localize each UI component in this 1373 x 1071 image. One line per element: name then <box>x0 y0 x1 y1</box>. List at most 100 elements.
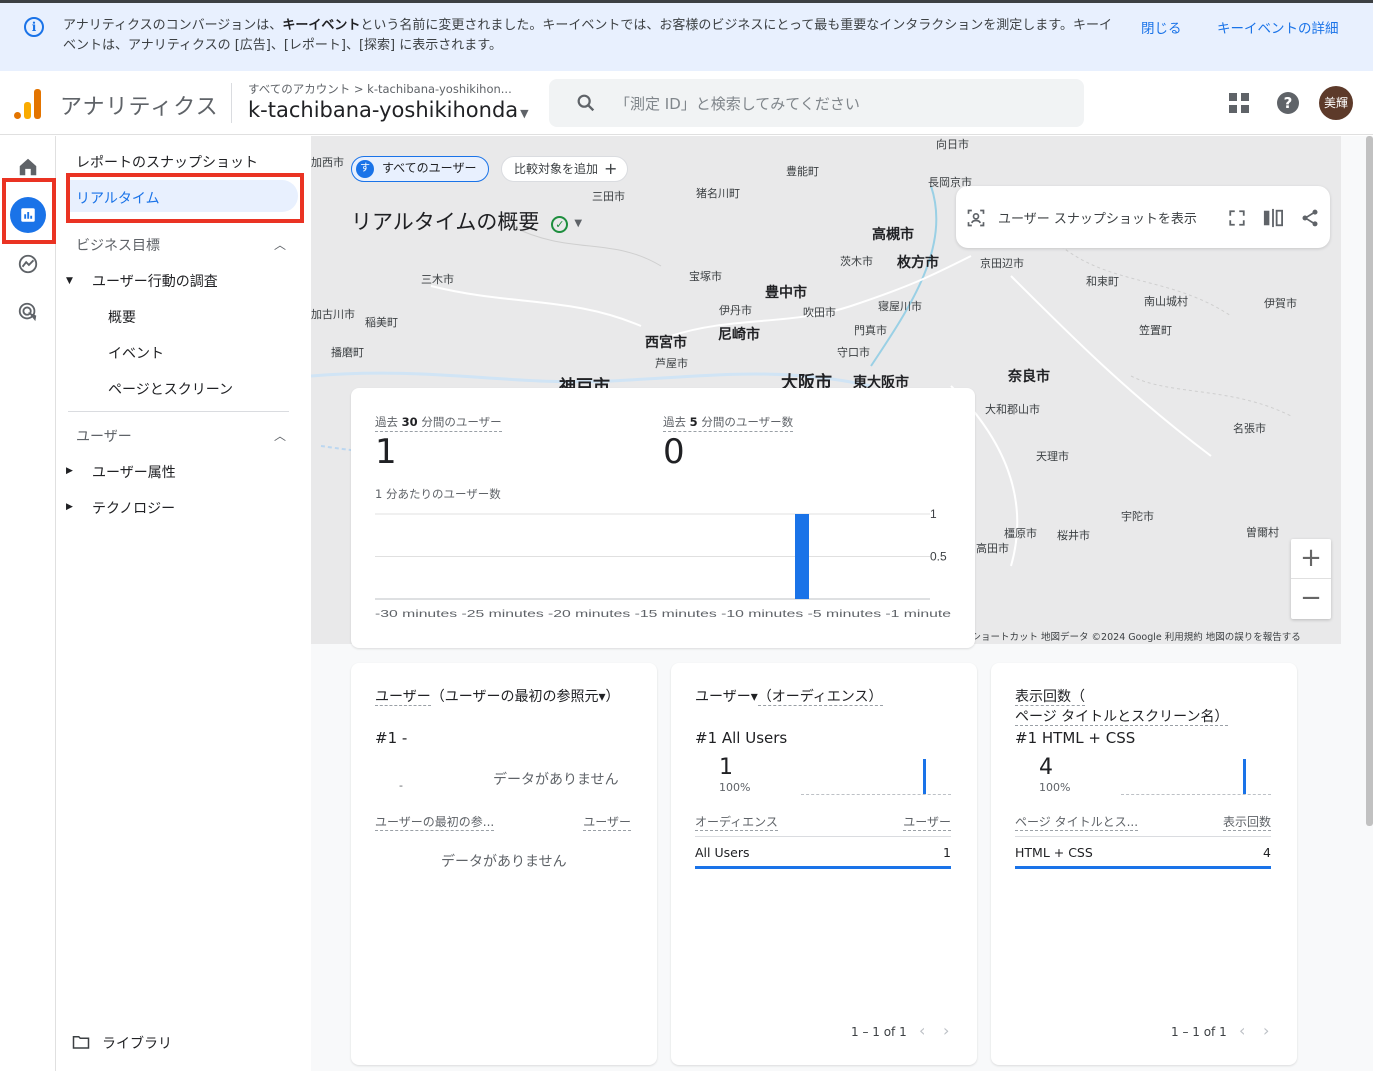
map-city-label: 京田辺市 <box>980 257 1024 270</box>
nav-item-technology[interactable]: テクノロジー <box>92 498 175 518</box>
zoom-in-button[interactable]: + <box>1291 539 1331 579</box>
metric-label-30min[interactable]: 過去 30 分間のユーザー <box>375 414 502 432</box>
avatar[interactable]: 美輝 <box>1319 86 1353 120</box>
column-header-dimension[interactable]: オーディエンス <box>695 813 778 831</box>
card-title[interactable]: 表示回数（ ページ タイトルとスクリーン名） <box>1015 687 1229 727</box>
card-title[interactable]: ユーザー▾（オーディエンス） <box>695 687 883 707</box>
column-header-dimension[interactable]: ユーザーの最初の参... <box>375 813 495 831</box>
search-icon <box>577 94 595 112</box>
analytics-logo-icon[interactable] <box>14 87 42 119</box>
map-city-label: 大和郡山市 <box>985 403 1040 416</box>
column-header-metric[interactable]: ユーザー <box>903 813 951 831</box>
map-city-label: 伊丹市 <box>719 304 752 317</box>
chevron-up-icon[interactable]: ︿ <box>274 236 286 253</box>
highlight-box-reports <box>2 178 56 244</box>
card-title[interactable]: ユーザー（ユーザーの最初の参照元▾） <box>375 687 619 707</box>
advertising-icon[interactable] <box>17 301 39 323</box>
share-icon[interactable] <box>1300 208 1320 228</box>
section-business-goals[interactable]: ビジネス目標 <box>76 235 160 255</box>
nav-item-events[interactable]: イベント <box>108 343 164 363</box>
no-data-table: データがありません <box>441 854 567 870</box>
nav-item-user-attributes[interactable]: ユーザー属性 <box>92 462 176 482</box>
map-city-label: 茨木市 <box>840 255 873 268</box>
table-row-label[interactable]: HTML + CSS <box>1015 845 1093 860</box>
map-city-label: 加西市 <box>311 156 344 169</box>
map-city-label: 奈良市 <box>1008 369 1050 385</box>
expand-down-icon[interactable]: ▼ <box>66 276 73 286</box>
breadcrumb[interactable]: すべてのアカウント > k-tachibana-yoshikihon... <box>248 81 512 97</box>
home-icon[interactable] <box>17 156 39 178</box>
map-zoom-controls: + − <box>1291 539 1331 619</box>
section-user[interactable]: ユーザー <box>76 426 132 446</box>
users-per-minute-chart[interactable]: 1 0.5 -30 minutes -25 minutes -20 minutes … <box>375 504 965 624</box>
help-icon[interactable]: ? <box>1277 92 1299 114</box>
chevron-up-icon[interactable]: ︿ <box>274 427 286 444</box>
all-users-chip[interactable]: すすべてのユーザー <box>351 156 490 182</box>
search-bar[interactable]: 「測定 ID」と検索してみてください <box>549 79 1084 127</box>
compare-icon[interactable] <box>1262 208 1284 228</box>
map-city-label: 豊中市 <box>765 285 807 301</box>
top-percent: 100% <box>1039 781 1071 794</box>
map-city-label: 播磨町 <box>331 346 364 359</box>
check-circle-icon[interactable]: ✓ <box>551 216 569 233</box>
key-events-details-link[interactable]: キーイベントの詳細 <box>1217 17 1339 37</box>
map-city-label: 門真市 <box>854 324 887 337</box>
column-header-dimension[interactable]: ページ タイトルとス... <box>1015 813 1139 831</box>
left-rail <box>0 136 56 1071</box>
map-city-label: 宝塚市 <box>689 270 722 283</box>
app-header: アナリティクス すべてのアカウント > k-tachibana-yoshikih… <box>0 71 1373 135</box>
chevron-left-icon[interactable]: ‹ <box>1239 1021 1245 1040</box>
page-title-text: リアルタイムの概要 <box>351 210 540 234</box>
nav-item-user-behavior[interactable]: ユーザー行動の調査 <box>92 271 218 291</box>
map-attribution[interactable]: キーボード ショートカット 地図データ ©2024 Google 利用規約 地図… <box>921 629 1301 643</box>
nav-item-pages-screens[interactable]: ページとスクリーン <box>108 379 233 399</box>
table-divider <box>1015 836 1271 837</box>
user-snapshot-button[interactable]: ユーザー スナップショットを表示 <box>998 208 1197 227</box>
chip-initial: す <box>356 159 374 178</box>
map-city-label: 笠置町 <box>1139 324 1172 337</box>
top-rank: #1 All Users <box>695 729 788 747</box>
expand-right-icon[interactable]: ▶ <box>66 466 73 476</box>
rank-dash: - <box>399 779 403 792</box>
banner-close-link[interactable]: 閉じる <box>1141 17 1182 37</box>
chevron-right-icon[interactable]: › <box>1263 1021 1269 1040</box>
account-selector[interactable]: k-tachibana-yoshikihonda ▼ <box>248 98 529 122</box>
page-title: リアルタイムの概要 ✓ ▼ <box>351 206 582 236</box>
label-number: 30 <box>401 415 418 429</box>
card-first-user-source: ユーザー（ユーザーの最初の参照元▾） #1 - - データがありません ユーザー… <box>351 663 657 1065</box>
map-city-label: 三田市 <box>592 190 625 203</box>
expand-right-icon[interactable]: ▶ <box>66 502 73 512</box>
y-tick-label: 1 <box>930 507 937 521</box>
label-number: 5 <box>689 415 698 429</box>
page-scrollbar[interactable] <box>1366 136 1373 826</box>
top-percent: 100% <box>719 781 751 794</box>
chevron-down-icon[interactable]: ▼ <box>574 218 582 229</box>
user-snapshot-icon[interactable] <box>966 208 986 228</box>
add-comparison-label: 比較対象を追加 <box>514 162 599 176</box>
folder-icon <box>72 1036 90 1049</box>
chevron-right-icon[interactable]: › <box>943 1021 949 1040</box>
card-audience: ユーザー▾（オーディエンス） #1 All Users 1 100% オーディエ… <box>671 663 977 1065</box>
nav-item-library[interactable]: ライブラリ <box>102 1033 172 1053</box>
column-header-metric[interactable]: 表示回数 <box>1222 813 1271 831</box>
top-rank: #1 HTML + CSS <box>1015 729 1136 747</box>
table-row-label[interactable]: All Users <box>695 845 749 860</box>
map-city-label: 南山城村 <box>1144 295 1188 308</box>
nav-item-snapshot[interactable]: レポートのスナップショット <box>76 152 258 172</box>
y-tick-label: 0.5 <box>930 550 947 564</box>
add-comparison-button[interactable]: 比較対象を追加 + <box>501 156 629 182</box>
plus-icon: + <box>604 159 618 178</box>
zoom-out-button[interactable]: − <box>1291 579 1331 619</box>
explore-icon[interactable] <box>17 253 39 275</box>
x-tick-labels: -30 minutes -25 minutes -20 minutes -15 … <box>375 608 951 620</box>
metric-label-5min[interactable]: 過去 5 分間のユーザー数 <box>663 414 794 432</box>
header-divider <box>231 83 232 123</box>
column-header-metric[interactable]: ユーザー <box>583 813 631 831</box>
card-title-dimension: ページ タイトルとスクリーン名） <box>1015 709 1229 726</box>
realtime-overview-card: 過去 30 分間のユーザー 1 過去 5 分間のユーザー数 0 1 分あたりのユ… <box>351 388 975 648</box>
fullscreen-icon[interactable] <box>1228 209 1246 227</box>
chevron-left-icon[interactable]: ‹ <box>919 1021 925 1040</box>
label-part: 過去 <box>663 415 690 429</box>
apps-grid-icon[interactable] <box>1229 93 1249 113</box>
nav-item-overview[interactable]: 概要 <box>108 307 136 327</box>
